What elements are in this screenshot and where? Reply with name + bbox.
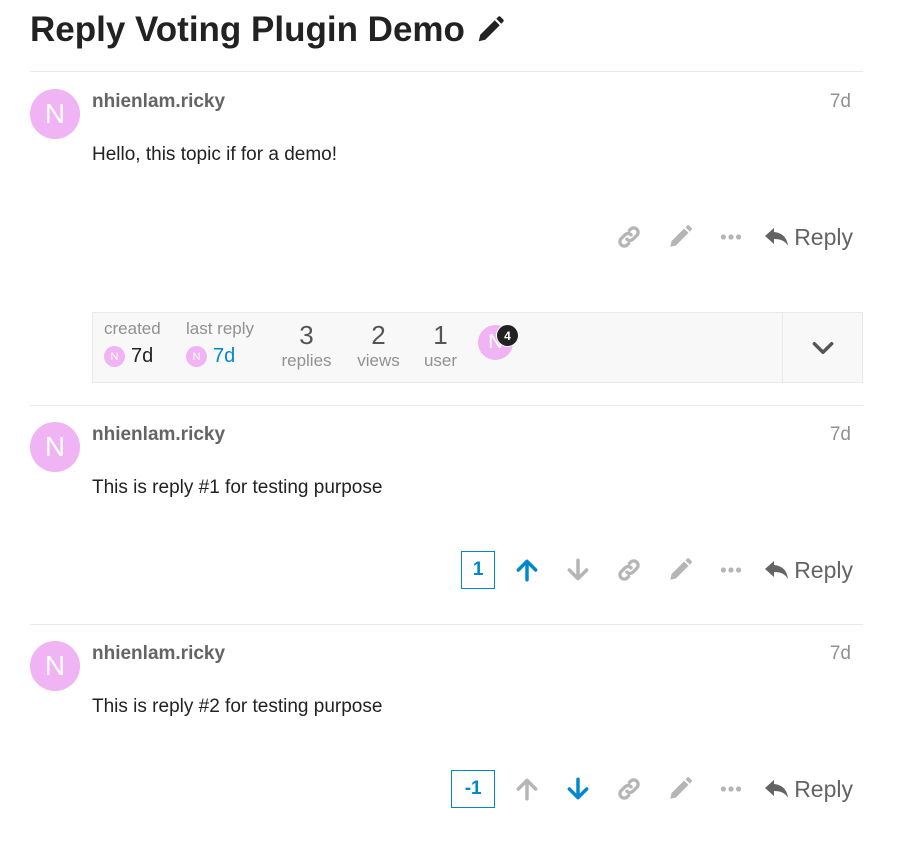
edit-button[interactable] — [654, 550, 705, 590]
post-content: Hello, this topic if for a demo! — [92, 144, 337, 165]
post: N nhienlam.ricky 7d This is reply #1 for… — [30, 422, 863, 612]
post-date[interactable]: 7d — [830, 424, 851, 446]
post: N nhienlam.ricky 7d Hello, this topic if… — [30, 89, 863, 279]
reply-label: Reply — [794, 223, 853, 250]
reply-button[interactable]: Reply — [764, 224, 853, 251]
pencil-icon — [669, 558, 692, 580]
vote-count[interactable]: -1 — [451, 770, 496, 808]
topic-header: Reply Voting Plugin Demo — [30, 10, 505, 50]
post-date[interactable]: 7d — [830, 91, 851, 113]
arrow-up-icon — [516, 559, 538, 582]
upvote-button[interactable] — [501, 769, 552, 809]
pencil-icon — [669, 777, 692, 799]
users-label: user — [423, 351, 458, 370]
post-username[interactable]: nhienlam.ricky — [92, 91, 225, 113]
post-username[interactable]: nhienlam.ricky — [92, 424, 225, 446]
post-date[interactable]: 7d — [830, 643, 851, 665]
post-content: This is reply #1 for testing purpose — [92, 477, 383, 498]
arrow-down-icon — [567, 558, 589, 581]
arrow-down-icon — [567, 777, 589, 800]
replies-label: replies — [281, 351, 332, 370]
post-controls: 1 Reply — [461, 550, 853, 590]
post: N nhienlam.ricky 7d This is reply #2 for… — [30, 641, 863, 831]
reply-arrow-icon — [765, 228, 789, 246]
upvote-button[interactable] — [501, 550, 552, 590]
link-icon — [618, 559, 640, 581]
users-count: 1 — [433, 320, 448, 350]
divider — [30, 405, 863, 406]
share-link-button[interactable] — [603, 769, 654, 809]
avatar[interactable]: N — [30, 641, 80, 691]
pencil-icon[interactable] — [475, 15, 505, 45]
more-actions-button[interactable] — [705, 217, 756, 257]
link-icon — [618, 226, 640, 248]
post-controls: Reply — [603, 217, 853, 257]
last-reply-date[interactable]: 7d — [213, 345, 235, 368]
users-stat: 1 user — [413, 321, 468, 371]
vote-count[interactable]: 1 — [461, 551, 496, 589]
ellipsis-icon — [720, 234, 741, 240]
created-date[interactable]: 7d — [131, 345, 153, 368]
views-label: views — [357, 351, 400, 370]
link-icon — [618, 778, 640, 800]
share-link-button[interactable] — [603, 217, 654, 257]
reply-arrow-icon — [765, 561, 789, 579]
views-count: 2 — [371, 320, 386, 350]
post-content: This is reply #2 for testing purpose — [92, 696, 383, 717]
ellipsis-icon — [720, 786, 741, 792]
last-reply-block: last reply N 7d — [186, 319, 254, 368]
views-stat: 2 views — [351, 321, 406, 371]
replies-count: 3 — [299, 320, 314, 350]
avatar[interactable]: N — [186, 346, 207, 367]
more-actions-button[interactable] — [705, 769, 756, 809]
participant-post-count-badge: 4 — [497, 325, 518, 346]
downvote-button[interactable] — [552, 769, 603, 809]
edit-button[interactable] — [654, 769, 705, 809]
divider — [30, 71, 863, 72]
reply-button[interactable]: Reply — [764, 776, 853, 803]
chevron-down-icon — [812, 341, 833, 354]
pencil-icon — [669, 225, 692, 247]
ellipsis-icon — [720, 567, 741, 573]
downvote-button[interactable] — [552, 550, 603, 590]
reply-arrow-icon — [765, 780, 789, 798]
post-username[interactable]: nhienlam.ricky — [92, 643, 225, 665]
arrow-up-icon — [516, 778, 538, 801]
divider — [30, 624, 863, 625]
share-link-button[interactable] — [603, 550, 654, 590]
avatar[interactable]: N — [30, 422, 80, 472]
created-label: created — [104, 319, 161, 338]
replies-stat: 3 replies — [279, 321, 334, 371]
reply-label: Reply — [794, 775, 853, 802]
topic-title[interactable]: Reply Voting Plugin Demo — [30, 10, 465, 50]
last-reply-label: last reply — [186, 319, 255, 338]
expand-topic-map-button[interactable] — [782, 313, 862, 382]
avatar[interactable]: N — [104, 346, 125, 367]
reply-button[interactable]: Reply — [764, 557, 853, 584]
post-controls: -1 Reply — [451, 769, 853, 809]
avatar[interactable]: N — [30, 89, 80, 139]
created-block: created N 7d — [104, 319, 161, 368]
reply-label: Reply — [794, 556, 853, 583]
edit-button[interactable] — [654, 217, 705, 257]
more-actions-button[interactable] — [705, 550, 756, 590]
topic-map: created N 7d last reply N 7d 3 replies 2… — [92, 312, 863, 383]
